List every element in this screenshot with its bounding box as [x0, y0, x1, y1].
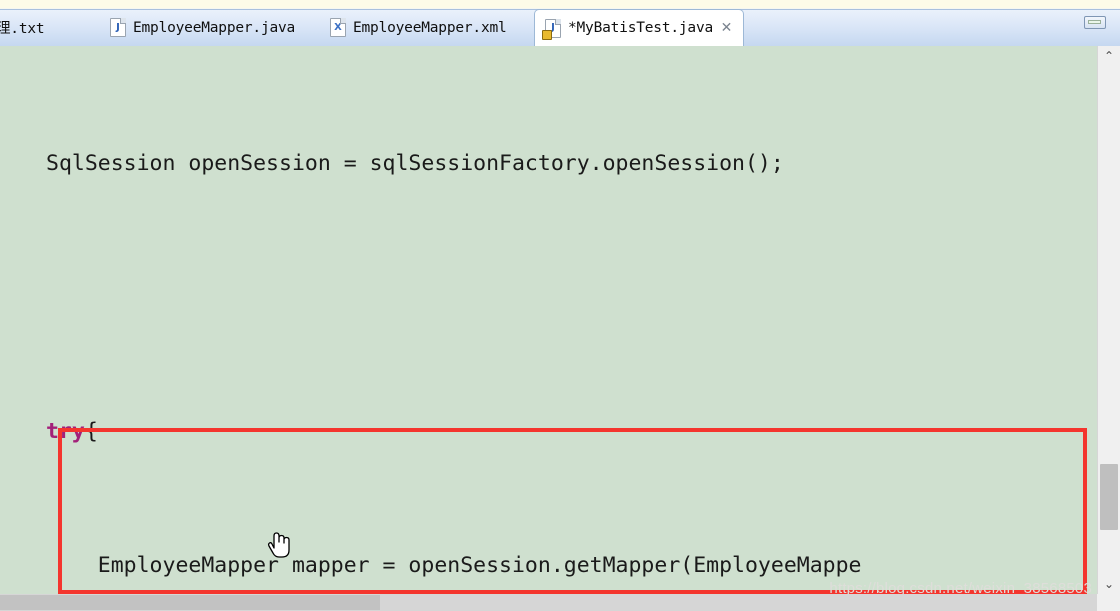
vertical-scrollbar-thumb[interactable]	[1100, 464, 1118, 530]
code-text: SqlSession openSession = sqlSessionFacto…	[46, 150, 784, 176]
icon-corner-fold	[555, 18, 561, 25]
tab-label: *MyBatisTest.java	[568, 20, 714, 36]
tab-label: EmployeeMapper.java	[133, 19, 296, 36]
code-text: EmployeeMapper mapper = openSession.getM…	[46, 552, 862, 578]
java-file-icon: J	[542, 18, 561, 40]
vertical-scrollbar[interactable]: ⌃ ⌄	[1097, 46, 1120, 594]
close-icon[interactable]: ✕	[720, 21, 733, 35]
keyword-try: try	[46, 418, 85, 444]
code-editor-area[interactable]: SqlSession openSession = sqlSessionFacto…	[0, 46, 1097, 594]
icon-corner-fold	[120, 18, 126, 24]
tab-label: 理.txt	[0, 21, 45, 37]
source-code: SqlSession openSession = sqlSessionFacto…	[0, 46, 1097, 594]
icon-corner-fold	[340, 18, 346, 24]
tab-label: EmployeeMapper.xml	[353, 19, 507, 36]
code-text: {	[84, 418, 98, 444]
code-line: EmployeeMapper mapper = openSession.getM…	[0, 549, 1097, 583]
tab-employeemapper-xml[interactable]: X EmployeeMapper.xml	[320, 9, 517, 46]
code-line: SqlSession openSession = sqlSessionFacto…	[0, 147, 1097, 181]
editor-tab-bar: 理.txt J EmployeeMapper.java X EmployeeMa…	[0, 0, 1120, 47]
tab-employeemapper-java[interactable]: J EmployeeMapper.java	[100, 9, 305, 46]
horizontal-scrollbar[interactable]	[0, 594, 1120, 611]
java-icon-letter: J	[116, 21, 120, 33]
minimize-view-button[interactable]	[1084, 16, 1106, 29]
tab-text-file[interactable]: 理.txt	[0, 9, 82, 46]
java-file-icon: J	[110, 18, 126, 37]
scrollbar-corner	[1097, 594, 1120, 611]
scroll-up-arrow-icon[interactable]: ⌃	[1098, 46, 1120, 66]
code-line: try{	[0, 415, 1097, 449]
xml-icon-letter: X	[334, 21, 342, 33]
tab-mybatistest-java-active[interactable]: J *MyBatisTest.java ✕	[534, 9, 745, 46]
scroll-down-arrow-icon[interactable]: ⌄	[1098, 574, 1120, 594]
xml-file-icon: X	[330, 18, 346, 37]
eclipse-editor-window: 理.txt J EmployeeMapper.java X EmployeeMa…	[0, 0, 1120, 611]
lock-overlay-icon	[542, 29, 552, 40]
horizontal-scrollbar-thumb[interactable]	[0, 595, 380, 610]
